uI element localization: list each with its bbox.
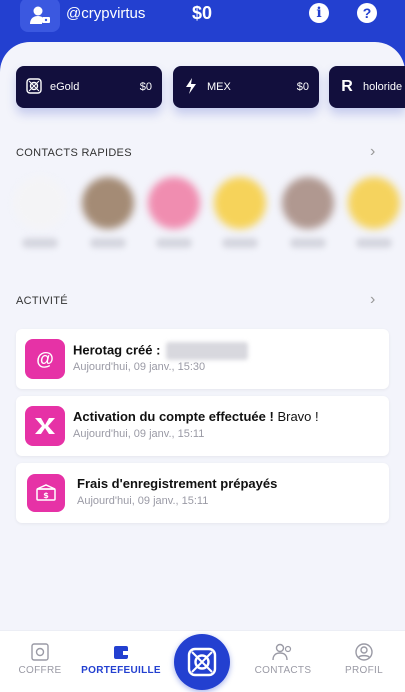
help-icon[interactable]: ? [357, 3, 377, 23]
contact-label [22, 238, 58, 248]
activity-item-activation[interactable]: Activation du compte effectuée ! Bravo !… [16, 396, 389, 456]
contact-avatar[interactable] [82, 177, 134, 229]
token-card-mex[interactable]: MEX $0 [173, 66, 319, 108]
contact-avatar[interactable] [14, 177, 66, 229]
chevron-right-icon[interactable]: › [370, 144, 380, 160]
activity-title: Herotag créé : [73, 342, 249, 360]
contact-avatar[interactable] [348, 177, 400, 229]
nav-label: COFFRE [18, 665, 62, 676]
nav-label: PROFIL [345, 665, 383, 676]
token-value: $0 [139, 81, 152, 93]
activity-title: Activation du compte effectuée ! Bravo ! [73, 409, 319, 424]
activity-section-title: ACTIVITÉ [16, 295, 68, 307]
contact-avatar[interactable] [148, 177, 200, 229]
contact-avatar[interactable] [282, 177, 334, 229]
activity-time: Aujourd'hui, 09 janv., 15:11 [77, 495, 209, 507]
profile-icon [324, 643, 404, 665]
token-name: holoride [363, 81, 403, 93]
contact-label [156, 238, 192, 248]
token-card-egold[interactable]: eGold $0 [16, 66, 162, 108]
header-balance: $0 [192, 3, 213, 23]
holoride-icon: R [341, 78, 353, 95]
nav-label: PORTEFEUILLE [81, 665, 161, 676]
nav-profil[interactable]: PROFIL [324, 643, 404, 676]
egold-logo-icon [187, 647, 217, 677]
contact-label [290, 238, 326, 248]
at-icon: @ [25, 339, 65, 379]
username[interactable]: @crypvirtus [66, 5, 145, 22]
wallet-icon [81, 643, 161, 665]
nav-portefeuille[interactable]: PORTEFEUILLE [81, 643, 161, 676]
contact-avatar[interactable] [214, 177, 266, 229]
token-name: MEX [207, 81, 231, 93]
money-icon: $ [27, 474, 65, 512]
egold-icon [24, 77, 44, 97]
activity-title: Frais d'enregistrement prépayés [77, 476, 278, 491]
herotag-redacted [166, 342, 249, 360]
activity-item-herotag[interactable]: @ Herotag créé : Aujourd'hui, 09 janv., … [16, 329, 389, 389]
contacts-section-title: CONTACTS RAPIDES [16, 147, 132, 159]
activity-time: Aujourd'hui, 09 janv., 15:11 [73, 428, 205, 440]
token-value: $0 [296, 81, 309, 93]
contacts-icon [243, 643, 323, 665]
contact-label [222, 238, 258, 248]
contact-label [356, 238, 392, 248]
user-icon [30, 6, 50, 24]
multiversx-icon [25, 406, 65, 446]
svg-text:$: $ [43, 491, 49, 500]
activity-item-fees[interactable]: $ Frais d'enregistrement prépayés Aujour… [16, 463, 389, 523]
nav-contacts[interactable]: CONTACTS [243, 643, 323, 676]
contact-label [90, 238, 126, 248]
activity-time: Aujourd'hui, 09 janv., 15:30 [73, 361, 206, 373]
bolt-icon [181, 77, 201, 97]
vault-icon [0, 643, 80, 665]
nav-label: CONTACTS [254, 665, 312, 676]
chevron-right-icon[interactable]: › [370, 292, 380, 308]
token-card-holoride[interactable]: R holoride [329, 66, 405, 108]
center-action-button[interactable] [174, 634, 230, 690]
token-name: eGold [50, 81, 80, 93]
info-icon[interactable]: i [309, 3, 329, 23]
nav-coffre[interactable]: COFFRE [0, 643, 80, 676]
token-carousel[interactable]: eGold $0 MEX $0 R holoride [16, 66, 405, 108]
user-avatar[interactable] [20, 0, 60, 32]
